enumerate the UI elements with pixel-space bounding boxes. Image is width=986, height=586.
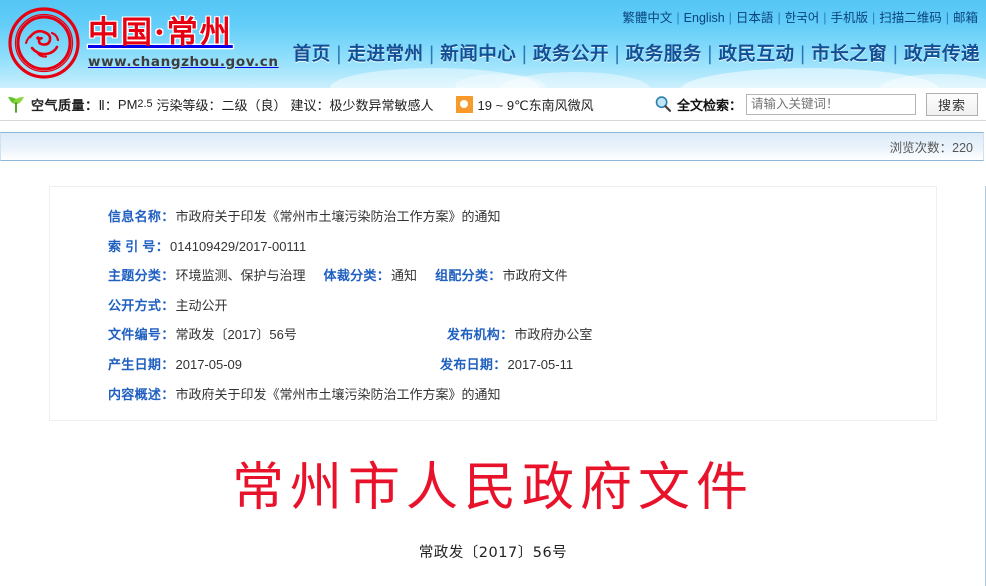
metadata-row-index-number: 索 引 号： 014109429/2017-00111 xyxy=(50,239,936,255)
metadata-row-classification: 主题分类： 环境监测、保护与治理 体裁分类： 通知 组配分类： 市政府文件 xyxy=(50,268,936,284)
link-separator: | xyxy=(945,11,949,25)
metadata-value: 市政府关于印发《常州市土壤污染防治工作方案》的通知 xyxy=(175,209,501,224)
nav-separator: | xyxy=(799,44,807,65)
nav-item-news-center[interactable]: 新闻中心 xyxy=(440,44,516,65)
link-separator: | xyxy=(871,11,876,25)
metadata-value: 014109429/2017-00111 xyxy=(170,238,307,254)
document-title: 常州市人民政府文件 xyxy=(231,458,754,519)
nav-item-government-voice[interactable]: 政声传递 xyxy=(904,44,980,65)
changzhou-dragon-seal-icon xyxy=(8,7,80,79)
search-button[interactable]: 搜索 xyxy=(926,92,978,116)
top-link-mailbox[interactable]: 邮箱 xyxy=(953,11,978,25)
metadata-label: 主题分类： xyxy=(108,268,175,284)
site-logo-link[interactable]: 中国·常州 www.changzhou.gov.cn xyxy=(8,4,279,82)
air-quality-label: 空气质量： xyxy=(31,97,99,113)
nav-item-home[interactable]: 首页 xyxy=(293,44,331,65)
nav-item-citizen-interaction[interactable]: 政民互动 xyxy=(718,44,794,65)
weather-text: 19 ~ 9℃东南风微风 xyxy=(477,97,594,113)
metadata-row-file-number: 文件编号： 常政发〔2017〕56号 发布机构： 市政府办公室 xyxy=(50,327,936,343)
search-label: 全文检索： xyxy=(676,97,742,113)
top-link-mobile[interactable]: 手机版 xyxy=(830,11,868,25)
nav-separator: | xyxy=(892,44,899,65)
metadata-label-issuing-agency: 发布机构： xyxy=(446,327,514,343)
pollution-level-label: 污染等级： xyxy=(156,97,222,113)
link-separator: | xyxy=(777,11,781,25)
metadata-value-genre: 通知 xyxy=(391,268,418,284)
nav-item-government-affairs-disclosure[interactable]: 政务公开 xyxy=(533,44,609,65)
nav-separator: | xyxy=(614,44,621,65)
metadata-value-group: 市政府文件 xyxy=(502,268,568,284)
link-separator: | xyxy=(823,11,827,25)
site-url-text: www.changzhou.gov.cn xyxy=(88,53,279,70)
metadata-value: 常政发〔2017〕56号 xyxy=(175,327,297,343)
document-header: 常州市人民政府文件 常政发〔2017〕56号 xyxy=(1,458,985,562)
cloud-decoration xyxy=(880,74,986,88)
advice-label: 建议： xyxy=(290,97,330,113)
metadata-value: 主动公开 xyxy=(175,297,228,313)
metadata-value: 环境监测、保护与治理 xyxy=(175,268,306,284)
site-title-cn: 中国·常州 xyxy=(88,15,233,52)
metadata-label: 文件编号： xyxy=(108,327,175,343)
cloud-decoration xyxy=(455,74,545,88)
metadata-label: 内容概述： xyxy=(108,386,175,402)
metadata-value: 2017-05-09 xyxy=(175,356,243,372)
view-count-bar: 浏览次数：220 xyxy=(0,132,984,161)
metadata-row-disclosure-method: 公开方式： 主动公开 xyxy=(50,298,936,314)
air-quality-widget: 空气质量： Ⅱ： PM 2.5 污染等级： 二级（良） 建议： 极少数异常敏感人 xyxy=(6,95,434,114)
search-magnifier-icon xyxy=(654,95,672,113)
air-quality-pollutant: PM xyxy=(117,96,138,112)
metadata-row-dates: 产生日期： 2017-05-09 发布日期： 2017-05-11 xyxy=(50,357,936,373)
view-count-label: 浏览次数：220 xyxy=(889,141,973,155)
advice-value: 极少数异常敏感人 xyxy=(329,97,434,113)
nav-separator: | xyxy=(335,44,343,65)
cloud-decoration xyxy=(330,68,540,88)
top-link-english[interactable]: English xyxy=(684,11,725,25)
top-utility-links: 繁體中文 | English | 日本語 | 한국어 | 手机版 | 扫描二维码 | 邮箱 xyxy=(622,7,978,26)
metadata-label: 信息名称： xyxy=(108,209,175,224)
main-navigation: 首页 | 走进常州 | 新闻中心 | 政务公开 | 政务服务 | 政民互动 | 市长之窗 | 政声传递 xyxy=(293,40,980,66)
nav-item-mayors-window[interactable]: 市长之窗 xyxy=(811,44,887,65)
metadata-value-issuing-agency: 市政府办公室 xyxy=(514,327,593,343)
top-link-traditional-chinese[interactable]: 繁體中文 xyxy=(622,11,672,25)
green-leaf-icon xyxy=(6,95,26,113)
metadata-label: 公开方式： xyxy=(108,297,175,313)
link-separator: | xyxy=(728,11,732,25)
nav-item-about-changzhou[interactable]: 走进常州 xyxy=(347,44,423,65)
metadata-label-group: 组配分类： xyxy=(435,268,502,284)
metadata-label-publish-date: 发布日期： xyxy=(440,356,507,372)
page-body: 信息名称： 市政府关于印发《常州市土壤污染防治工作方案》的通知 索 引 号： 0… xyxy=(0,186,986,586)
document-number: 常政发〔2017〕56号 xyxy=(418,544,568,561)
weather-widget: 19 ~ 9℃东南风微风 xyxy=(455,95,594,114)
top-link-korean[interactable]: 한국어 xyxy=(785,11,820,25)
utility-info-bar: 空气质量： Ⅱ： PM 2.5 污染等级： 二级（良） 建议： 极少数异常敏感人 … xyxy=(0,88,986,121)
nav-item-government-services[interactable]: 政务服务 xyxy=(626,44,702,65)
cloud-decoration xyxy=(500,72,650,88)
nav-separator: | xyxy=(428,44,436,65)
air-quality-station: Ⅱ： xyxy=(98,97,118,113)
top-link-qrcode[interactable]: 扫描二维码 xyxy=(879,11,942,25)
metadata-label: 产生日期： xyxy=(108,356,175,372)
cloud-decoration xyxy=(680,68,940,88)
search-input[interactable] xyxy=(746,93,916,115)
air-quality-pollutant-subscript: 2.5 xyxy=(137,98,153,110)
pollution-level-value: 二级（良） xyxy=(221,97,287,113)
nav-separator: | xyxy=(521,44,528,65)
metadata-value-publish-date: 2017-05-11 xyxy=(507,356,574,372)
metadata-value: 市政府关于印发《常州市土壤污染防治工作方案》的通知 xyxy=(175,386,501,402)
site-search: 全文检索： 搜索 xyxy=(654,92,978,116)
metadata-row-info-name: 信息名称： 市政府关于印发《常州市土壤污染防治工作方案》的通知 xyxy=(50,209,936,225)
site-header: 中国·常州 www.changzhou.gov.cn 繁體中文 | English |… xyxy=(0,0,986,88)
metadata-label: 索 引 号： xyxy=(108,238,170,254)
metadata-row-summary: 内容概述： 市政府关于印发《常州市土壤污染防治工作方案》的通知 xyxy=(50,387,936,403)
document-metadata-box: 信息名称： 市政府关于印发《常州市土壤污染防治工作方案》的通知 索 引 号： 0… xyxy=(49,186,937,422)
metadata-label-genre: 体裁分类： xyxy=(323,268,391,284)
nav-separator: | xyxy=(706,44,714,65)
sun-icon xyxy=(455,95,473,113)
top-link-japanese[interactable]: 日本語 xyxy=(736,11,774,25)
link-separator: | xyxy=(676,11,680,25)
